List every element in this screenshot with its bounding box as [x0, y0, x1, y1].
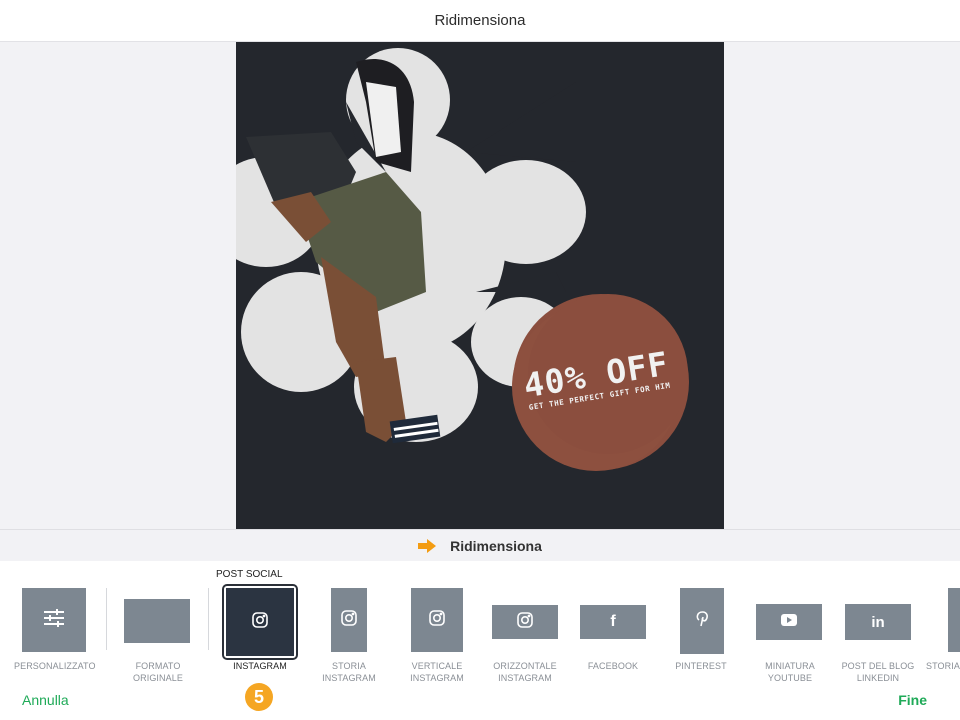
preset-thumb — [680, 588, 724, 654]
preset-instagram-story[interactable]: STORIA INSTAGRAM — [306, 561, 392, 691]
preset-thumb: in — [845, 604, 911, 640]
done-button[interactable]: Fine — [898, 692, 927, 708]
preset-youtube-thumbnail[interactable]: MINIATURA YOUTUBE — [744, 561, 836, 691]
preset-label: MINIATURA YOUTUBE — [765, 661, 815, 683]
preset-pinterest[interactable]: PINTEREST — [665, 561, 737, 691]
youtube-icon — [781, 613, 797, 631]
preset-thumb — [411, 588, 463, 652]
instagram-icon — [341, 609, 357, 631]
hint-label: Ridimensiona — [450, 538, 542, 554]
pinterest-icon — [695, 610, 709, 632]
preset-label: INSTAGRAM — [233, 661, 287, 671]
resize-hint-bar: Ridimensiona — [0, 529, 960, 562]
facebook-icon: f — [610, 613, 616, 630]
cancel-button[interactable]: Annulla — [22, 692, 69, 708]
arrow-right-icon — [418, 539, 437, 553]
preset-label: PERSONALIZZATO — [14, 661, 96, 671]
preset-thumb — [948, 588, 960, 652]
preset-label: VERTICALE INSTAGRAM — [410, 661, 464, 683]
preset-label: FACEBOOK — [587, 661, 639, 671]
preset-thumb — [124, 599, 190, 643]
divider — [106, 588, 107, 650]
preset-original-format[interactable]: FORMATO ORIGINALE — [112, 561, 204, 691]
preset-thumb — [756, 604, 822, 640]
linkedin-icon: in — [871, 613, 885, 631]
sliders-icon — [43, 608, 65, 633]
preset-label: STORIA INSTAGRAM — [322, 661, 376, 683]
title-bar: Ridimensiona — [0, 0, 960, 42]
preset-thumb-selected — [226, 588, 294, 656]
page-title: Ridimensiona — [434, 12, 526, 29]
instagram-icon — [429, 609, 445, 631]
preset-facebook[interactable]: f FACEBOOK — [574, 561, 652, 691]
instagram-icon — [252, 611, 268, 633]
preset-thumb — [492, 605, 558, 639]
divider — [208, 588, 209, 650]
preset-thumb — [22, 588, 86, 652]
design-artboard[interactable]: 40% OFF GET THE PERFECT GIFT FOR HIM — [236, 42, 724, 529]
preset-instagram-vertical[interactable]: VERTICALE INSTAGRAM — [398, 561, 476, 691]
resize-preset-tray: POST SOCIAL PERSONALIZZATO FORMATO ORIGI… — [0, 561, 960, 720]
preset-thumb: f — [580, 605, 646, 639]
preset-label: PINTEREST — [675, 661, 727, 671]
canvas-area: 40% OFF GET THE PERFECT GIFT FOR HIM — [0, 42, 960, 529]
preset-instagram[interactable]: INSTAGRAM — [222, 561, 298, 691]
instagram-icon — [517, 611, 533, 633]
preset-label: STORIA — [926, 661, 960, 671]
preset-thumb — [331, 588, 367, 652]
preset-custom[interactable]: PERSONALIZZATO — [14, 561, 96, 691]
preset-label: ORIZZONTALE INSTAGRAM — [493, 661, 557, 683]
step-badge: 5 — [245, 683, 273, 711]
preset-label: POST DEL BLOG LINKEDIN — [841, 661, 915, 683]
preset-instagram-horizontal[interactable]: ORIZZONTALE INSTAGRAM — [485, 561, 565, 691]
preset-linkedin-blog-post[interactable]: in POST DEL BLOG LINKEDIN — [838, 561, 918, 691]
preset-story-partial[interactable]: STORIA — [926, 561, 960, 691]
artwork-graphic — [236, 48, 689, 471]
preset-label: FORMATO ORIGINALE — [133, 661, 183, 683]
